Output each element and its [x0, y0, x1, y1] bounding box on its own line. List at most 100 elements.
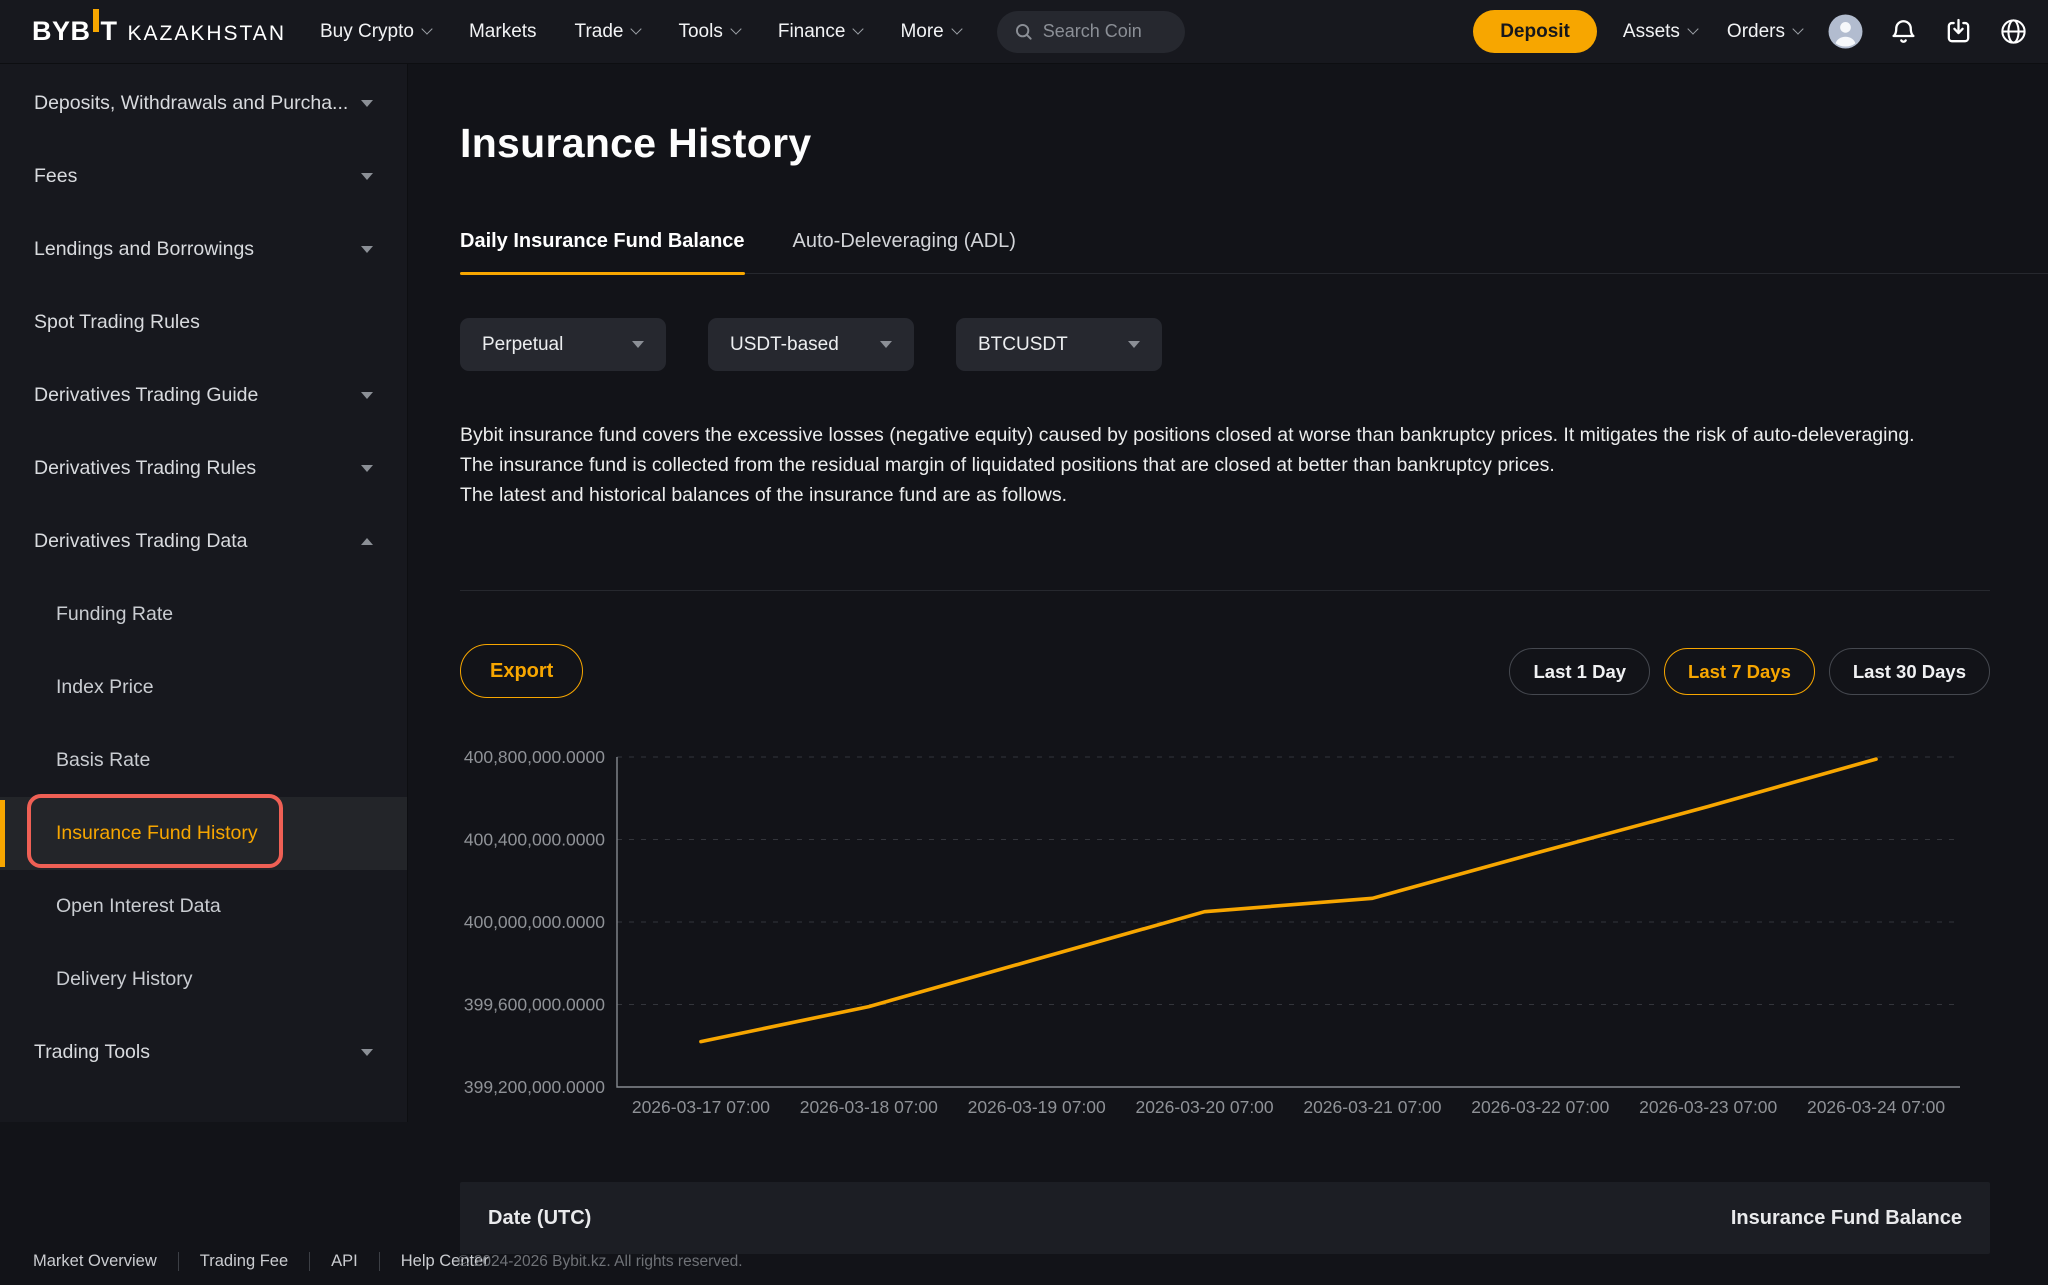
logo-text-t: T — [101, 16, 118, 47]
notifications-bell-icon[interactable] — [1889, 17, 1918, 46]
sidebar-item-label: Derivatives Trading Rules — [34, 457, 256, 480]
search-box[interactable] — [997, 11, 1185, 53]
x-axis-tick-label: 2026-03-17 07:00 — [632, 1097, 770, 1117]
insurance-fund-balance-line — [701, 759, 1876, 1042]
filter-select-perpetual[interactable]: Perpetual — [460, 318, 666, 371]
sidebar-item-spot-trading-rules[interactable]: Spot Trading Rules — [0, 286, 407, 359]
tab-auto-deleveraging-adl[interactable]: Auto-Deleveraging (ADL) — [793, 230, 1016, 273]
logo-text: BYB — [32, 16, 91, 47]
sidebar-item-index-price[interactable]: Index Price — [0, 651, 407, 724]
sidebar-item-label: Delivery History — [56, 968, 193, 991]
sidebar-item-label: Fees — [34, 165, 77, 188]
active-item-indicator — [0, 800, 5, 867]
selected-value: Perpetual — [482, 334, 563, 356]
section-divider — [460, 590, 1990, 591]
sidebar-item-funding-rate[interactable]: Funding Rate — [0, 578, 407, 651]
selected-value: USDT-based — [730, 334, 839, 356]
tabs-bar: Daily Insurance Fund Balance Auto-Deleve… — [460, 230, 2048, 274]
y-axis-tick-label: 399,200,000.0000 — [464, 1077, 605, 1097]
nav-item-label: Orders — [1727, 21, 1785, 43]
x-axis-tick-label: 2026-03-19 07:00 — [968, 1097, 1106, 1117]
sidebar-item-insurance-fund-history[interactable]: Insurance Fund History — [0, 797, 407, 870]
chevron-down-icon — [421, 23, 432, 34]
top-navigation-bar: BYB T KAZAKHSTAN Buy Crypto Markets Trade To… — [0, 0, 2048, 64]
footer-link-api[interactable]: API — [331, 1252, 358, 1271]
sidebar-item-lendings-and-borrowings[interactable]: Lendings and Borrowings — [0, 213, 407, 286]
x-axis-tick-label: 2026-03-23 07:00 — [1639, 1097, 1777, 1117]
nav-item-assets[interactable]: Assets — [1623, 21, 1697, 43]
export-button[interactable]: Export — [460, 644, 583, 698]
tab-label: Daily Insurance Fund Balance — [460, 230, 745, 252]
tab-daily-insurance-fund-balance[interactable]: Daily Insurance Fund Balance — [460, 230, 745, 273]
chevron-down-icon — [631, 23, 642, 34]
sidebar-item-label: Deposits, Withdrawals and Purcha... — [34, 92, 348, 115]
nav-item-more[interactable]: More — [900, 21, 960, 43]
copyright-text: © 2024-2026 Bybit.kz. All rights reserve… — [458, 1253, 743, 1271]
chevron-down-icon — [730, 23, 741, 34]
nav-item-buy-crypto[interactable]: Buy Crypto — [320, 21, 431, 43]
chevron-down-icon — [361, 392, 373, 399]
footer-separator — [309, 1252, 310, 1271]
sidebar-item-open-interest-data[interactable]: Open Interest Data — [0, 870, 407, 943]
sidebar-item-derivatives-trading-guide[interactable]: Derivatives Trading Guide — [0, 359, 407, 432]
nav-item-finance[interactable]: Finance — [778, 21, 863, 43]
main-content: Insurance History Daily Insurance Fund B… — [408, 64, 2048, 1285]
filter-select-usdt-based[interactable]: USDT-based — [708, 318, 914, 371]
chart-container: 400,800,000.0000400,400,000.0000400,000,… — [440, 730, 2000, 1130]
sidebar-item-basis-rate[interactable]: Basis Rate — [0, 724, 407, 797]
chevron-down-icon — [361, 1049, 373, 1056]
nav-item-markets[interactable]: Markets — [469, 21, 537, 43]
sidebar-item-label: Derivatives Trading Guide — [34, 384, 258, 407]
y-axis-tick-label: 400,400,000.0000 — [464, 830, 605, 850]
search-icon — [1013, 21, 1034, 42]
x-axis-tick-label: 2026-03-21 07:00 — [1303, 1097, 1441, 1117]
bybit-logo[interactable]: BYB T KAZAKHSTAN — [32, 16, 286, 47]
range-button-last-30-days[interactable]: Last 30 Days — [1829, 648, 1990, 695]
nav-item-orders[interactable]: Orders — [1727, 21, 1802, 43]
sidebar-item-label: Index Price — [56, 676, 154, 699]
column-header-date: Date (UTC) — [488, 1207, 591, 1230]
deposit-button[interactable]: Deposit — [1473, 10, 1597, 53]
footer-separator — [379, 1252, 380, 1271]
filter-row: Perpetual USDT-based BTCUSDT — [460, 318, 1162, 371]
footer-link-market-overview[interactable]: Market Overview — [33, 1252, 157, 1271]
search-input[interactable] — [1043, 21, 1163, 42]
nav-item-label: Tools — [678, 21, 722, 43]
description-line: The insurance fund is collected from the… — [460, 450, 1992, 480]
sidebar-item-label: Open Interest Data — [56, 895, 221, 918]
download-app-icon[interactable] — [1944, 17, 1973, 46]
page-title: Insurance History — [460, 120, 811, 167]
column-header-balance: Insurance Fund Balance — [1731, 1207, 1962, 1230]
sidebar-item-deposits-withdrawals-and-purcha[interactable]: Deposits, Withdrawals and Purcha... — [0, 67, 407, 140]
sidebar-item-trading-tools[interactable]: Trading Tools — [0, 1016, 407, 1089]
range-button-last-7-days[interactable]: Last 7 Days — [1664, 648, 1815, 695]
insurance-fund-line-chart[interactable]: 400,800,000.0000400,400,000.0000400,000,… — [440, 730, 2000, 1130]
range-button-last-1-day[interactable]: Last 1 Day — [1509, 648, 1650, 695]
nav-item-trade[interactable]: Trade — [575, 21, 641, 43]
language-globe-icon[interactable] — [1999, 17, 2028, 46]
logo-region-label: KAZAKHSTAN — [128, 22, 286, 46]
sidebar-item-delivery-history[interactable]: Delivery History — [0, 943, 407, 1016]
sidebar-item-label: Insurance Fund History — [56, 822, 258, 845]
nav-item-label: Buy Crypto — [320, 21, 414, 43]
active-tab-underline — [460, 272, 745, 276]
nav-item-label: Trade — [575, 21, 624, 43]
nav-item-tools[interactable]: Tools — [678, 21, 739, 43]
nav-right-group: Deposit Assets Orders — [1473, 10, 2028, 53]
sidebar-item-label: Basis Rate — [56, 749, 150, 772]
description-line: Bybit insurance fund covers the excessiv… — [460, 420, 1992, 450]
tab-label: Auto-Deleveraging (ADL) — [793, 230, 1016, 252]
primary-nav-menu: Buy Crypto Markets Trade Tools Finance More — [320, 21, 961, 43]
nav-item-label: More — [900, 21, 943, 43]
footer-link-trading-fee[interactable]: Trading Fee — [200, 1252, 288, 1271]
filter-select-btcusdt[interactable]: BTCUSDT — [956, 318, 1162, 371]
sidebar-menu: Deposits, Withdrawals and Purcha... Fees L… — [0, 67, 407, 1089]
sidebar-item-derivatives-trading-data[interactable]: Derivatives Trading Data — [0, 505, 407, 578]
x-axis-tick-label: 2026-03-20 07:00 — [1135, 1097, 1273, 1117]
logo-orange-bar — [93, 9, 99, 32]
sidebar-item-fees[interactable]: Fees — [0, 140, 407, 213]
sidebar-item-derivatives-trading-rules[interactable]: Derivatives Trading Rules — [0, 432, 407, 505]
account-nav-menu: Assets Orders — [1623, 21, 1802, 43]
selected-value: BTCUSDT — [978, 334, 1068, 356]
user-avatar-icon[interactable] — [1828, 14, 1863, 49]
